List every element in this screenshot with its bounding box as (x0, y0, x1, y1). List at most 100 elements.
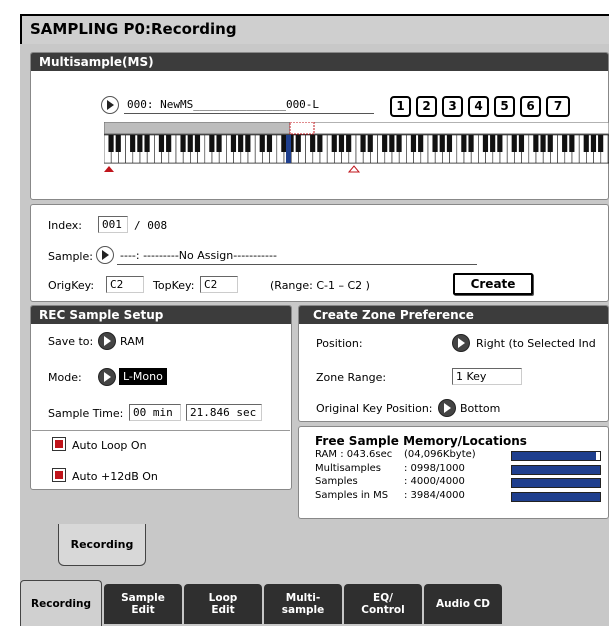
samples-in-ms-meter-fill (512, 493, 600, 501)
rec-setup-divider (32, 430, 290, 431)
orig-key-position-label: Original Key Position: (316, 402, 433, 415)
multisamples-meter (511, 465, 601, 475)
auto-loop-label: Auto Loop On (72, 439, 147, 452)
black-key (130, 135, 136, 152)
mode-label: Mode: (48, 371, 82, 384)
ms-bank-button-2[interactable]: 2 (416, 96, 437, 117)
black-key (317, 135, 323, 152)
page-tab-recording[interactable]: Recording (58, 524, 146, 566)
black-key (137, 135, 143, 152)
black-key (389, 135, 395, 152)
tab-eq-control-line1: EQ/ (373, 592, 393, 604)
ms-bank-button-3[interactable]: 3 (442, 96, 463, 117)
samples-value: : 4000/4000 (404, 476, 465, 487)
zone-pref-header: Create Zone Preference (299, 306, 608, 324)
tab-eq-control-line2: Control (361, 604, 405, 616)
tab-loop-edit[interactable]: Loop Edit (184, 584, 262, 624)
orig-key-position-value[interactable]: Bottom (460, 402, 500, 415)
samples-in-ms-label: Samples in MS (315, 490, 389, 501)
black-key (511, 135, 517, 152)
black-key (547, 135, 553, 152)
black-key (166, 135, 172, 152)
index-total: / 008 (134, 219, 168, 232)
black-key (331, 135, 337, 152)
black-key (382, 135, 388, 152)
keyboard-graphic (103, 121, 609, 173)
black-key (245, 135, 251, 152)
black-key (533, 135, 539, 152)
sampling-screen: SAMPLING P0:Recording Multisample(MS) 00… (20, 14, 609, 626)
free-memory-title: Free Sample Memory/Locations (315, 434, 527, 448)
black-key (194, 135, 201, 152)
index-field[interactable]: 001 (98, 216, 128, 233)
black-key (346, 135, 352, 152)
ms-bank-button-5[interactable]: 5 (494, 96, 515, 117)
tab-multisample[interactable]: Multi- sample (264, 584, 342, 624)
ms-bank-button-4[interactable]: 4 (468, 96, 489, 117)
black-key (482, 135, 489, 152)
black-key (497, 135, 503, 152)
ram-value: (04,096Kbyte) (404, 449, 476, 460)
multisample-header: Multisample(MS) (31, 53, 608, 71)
mode-value[interactable]: L-Mono (119, 368, 167, 385)
black-key (230, 135, 237, 152)
black-key (569, 135, 575, 152)
black-key (360, 135, 366, 152)
tab-recording[interactable]: Recording (20, 580, 102, 626)
ram-meter (511, 451, 601, 461)
sample-label: Sample: (48, 250, 93, 263)
position-label: Position: (316, 337, 363, 350)
auto-loop-checkbox[interactable] (52, 437, 66, 451)
tab-audio-cd[interactable]: Audio CD (424, 584, 502, 624)
samples-label: Samples (315, 476, 358, 487)
rec-setup-header: REC Sample Setup (31, 306, 291, 324)
tab-sample-edit[interactable]: Sample Edit (104, 584, 182, 624)
position-arrow-icon[interactable] (452, 334, 470, 352)
black-key (310, 135, 316, 152)
black-key (396, 135, 402, 152)
ms-bank-button-1[interactable]: 1 (390, 96, 411, 117)
mode-arrow-icon[interactable] (98, 368, 116, 386)
black-key (158, 135, 165, 152)
samples-in-ms-value: : 3984/4000 (404, 490, 465, 501)
tab-sample-edit-line1: Sample (121, 592, 165, 604)
ms-bank-button-7[interactable]: 7 (546, 96, 570, 117)
tab-loop-edit-line1: Loop (208, 592, 238, 604)
save-to-arrow-icon[interactable] (98, 332, 116, 350)
ms-select-arrow-icon[interactable] (101, 96, 119, 114)
zone-range-field[interactable]: 1 Key (452, 368, 522, 385)
black-key (259, 135, 265, 152)
sample-time-min-field[interactable]: 00 min (129, 404, 181, 421)
create-button[interactable]: Create (453, 273, 533, 295)
rec-setup-panel: REC Sample Setup (30, 305, 292, 490)
orig-key-field[interactable]: C2 (106, 276, 144, 293)
sample-select-arrow-icon[interactable] (96, 246, 114, 264)
black-key (432, 135, 438, 152)
auto-12db-checkbox[interactable] (52, 468, 66, 482)
sample-select-field[interactable]: ----: ---------No Assign----------- (117, 248, 477, 265)
multisamples-label: Multisamples (315, 463, 382, 474)
black-key (562, 135, 568, 152)
black-key (468, 135, 474, 152)
multisamples-meter-fill (512, 466, 600, 474)
top-key-label: TopKey: (153, 279, 195, 292)
top-key-field[interactable]: C2 (200, 276, 238, 293)
black-key (518, 135, 525, 152)
ms-select-field[interactable]: 000: NewMS______________000-L (124, 97, 374, 114)
tab-audio-cd-label: Audio CD (435, 598, 490, 610)
tab-eq-control[interactable]: EQ/ Control (344, 584, 422, 624)
tab-recording-label: Recording (31, 597, 91, 610)
position-value[interactable]: Right (to Selected Ind (476, 337, 596, 350)
save-to-value[interactable]: RAM (120, 335, 144, 348)
black-key (115, 135, 121, 152)
samples-in-ms-meter (511, 492, 601, 502)
black-key (238, 135, 244, 152)
sample-time-label: Sample Time: (48, 407, 124, 420)
ms-bank-button-6[interactable]: 6 (520, 96, 541, 117)
sample-time-sec-field[interactable]: 21.846 sec (186, 404, 262, 421)
orig-key-position-arrow-icon[interactable] (438, 399, 456, 417)
black-key (216, 135, 222, 152)
ram-meter-fill (512, 452, 597, 460)
black-key (583, 135, 589, 152)
zone-map[interactable] (103, 121, 609, 178)
